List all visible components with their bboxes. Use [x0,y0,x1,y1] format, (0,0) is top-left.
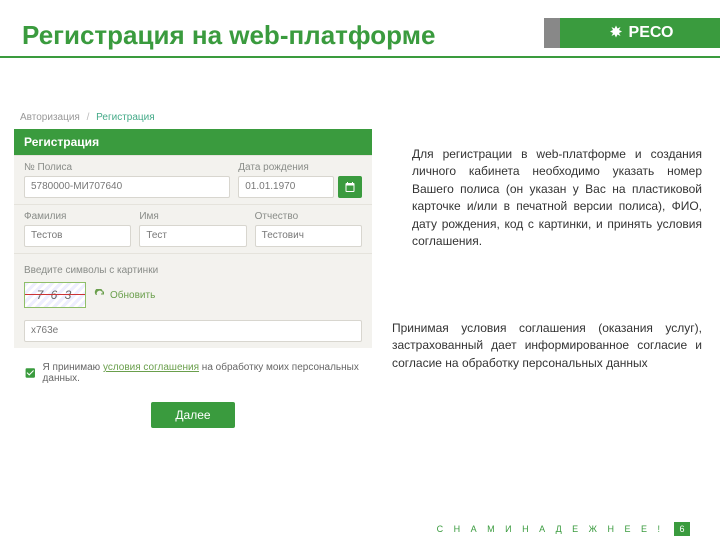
accept-row[interactable]: Я принимаю условия соглашения на обработ… [14,348,372,396]
form-header: Регистрация [14,129,372,155]
logo-bar: РЕСО [560,18,720,48]
description-2: Принимая условия соглашения (оказания ус… [392,320,702,372]
refresh-icon [94,289,106,301]
captcha-input[interactable]: x763e [24,320,362,342]
dob-input[interactable]: 01.01.1970 [238,176,334,198]
policy-input[interactable]: 5780000-МИ707640 [24,176,230,198]
refresh-label: Обновить [110,290,155,301]
fname-label: Имя [139,211,246,222]
fname-input[interactable]: Тест [139,225,246,247]
calendar-button[interactable] [338,176,362,198]
title-underline [0,56,720,58]
mname-label: Отчество [255,211,362,222]
submit-button[interactable]: Далее [151,402,234,428]
mname-input[interactable]: Тестович [255,225,362,247]
captcha-image: 7 6 3 [24,282,86,308]
policy-label: № Полиса [24,162,230,173]
lname-label: Фамилия [24,211,131,222]
accept-text: Я принимаю условия соглашения на обработ… [43,362,362,384]
breadcrumb-sep: / [87,112,90,123]
logo-divider [544,18,560,48]
description-1: Для регистрации в web-платформе и создан… [412,146,702,250]
calendar-icon [344,181,356,193]
logo-text: РЕСО [629,24,674,42]
page-title: Регистрация на web-платформе [22,20,435,51]
breadcrumb-reg: Регистрация [96,112,154,123]
page-number: 6 [674,522,690,536]
breadcrumb: Авторизация / Регистрация [14,108,372,127]
registration-form-screenshot: Авторизация / Регистрация Регистрация № … [14,108,372,430]
logo-icon [607,24,625,42]
slide-footer: С Н А М И Н А Д Е Ж Н Е Е ! 6 [437,522,690,536]
captcha-label: Введите символы с картинки [24,265,158,276]
checkbox-checked-icon [24,366,37,380]
tagline: С Н А М И Н А Д Е Ж Н Е Е ! [437,524,664,534]
dob-label: Дата рождения [238,162,362,173]
lname-input[interactable]: Тестов [24,225,131,247]
terms-link[interactable]: условия соглашения [103,362,199,373]
breadcrumb-auth[interactable]: Авторизация [20,112,80,123]
captcha-refresh[interactable]: Обновить [94,289,155,301]
